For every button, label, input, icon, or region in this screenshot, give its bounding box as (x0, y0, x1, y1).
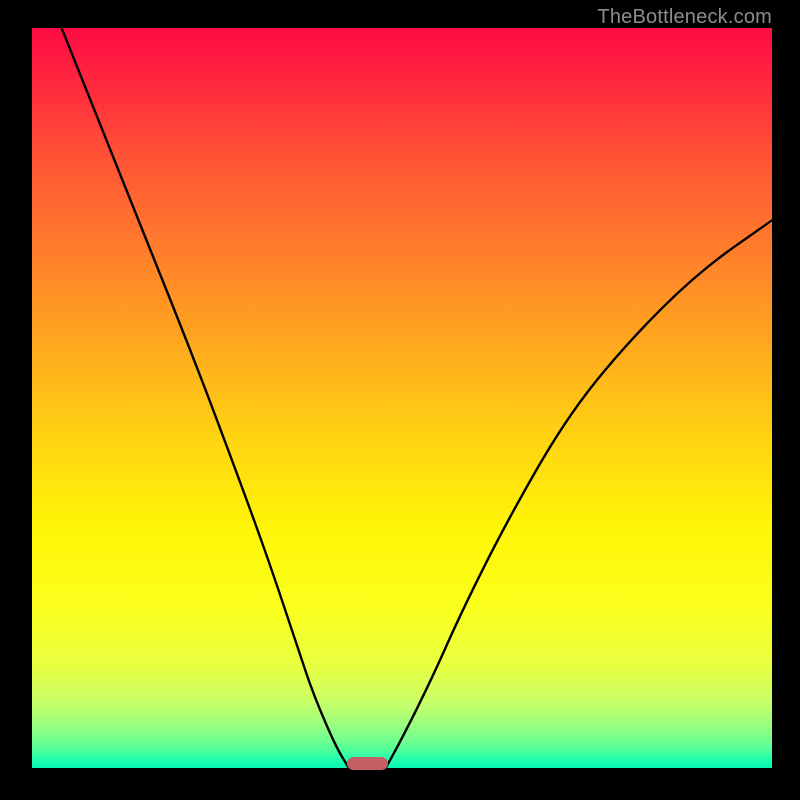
watermark-text: TheBottleneck.com (597, 6, 772, 29)
curve-layer (32, 28, 772, 768)
right-curve (386, 220, 772, 768)
plot-area (32, 28, 772, 768)
bottleneck-marker (347, 757, 388, 770)
left-curve (62, 28, 349, 768)
chart-frame: TheBottleneck.com (0, 0, 800, 800)
